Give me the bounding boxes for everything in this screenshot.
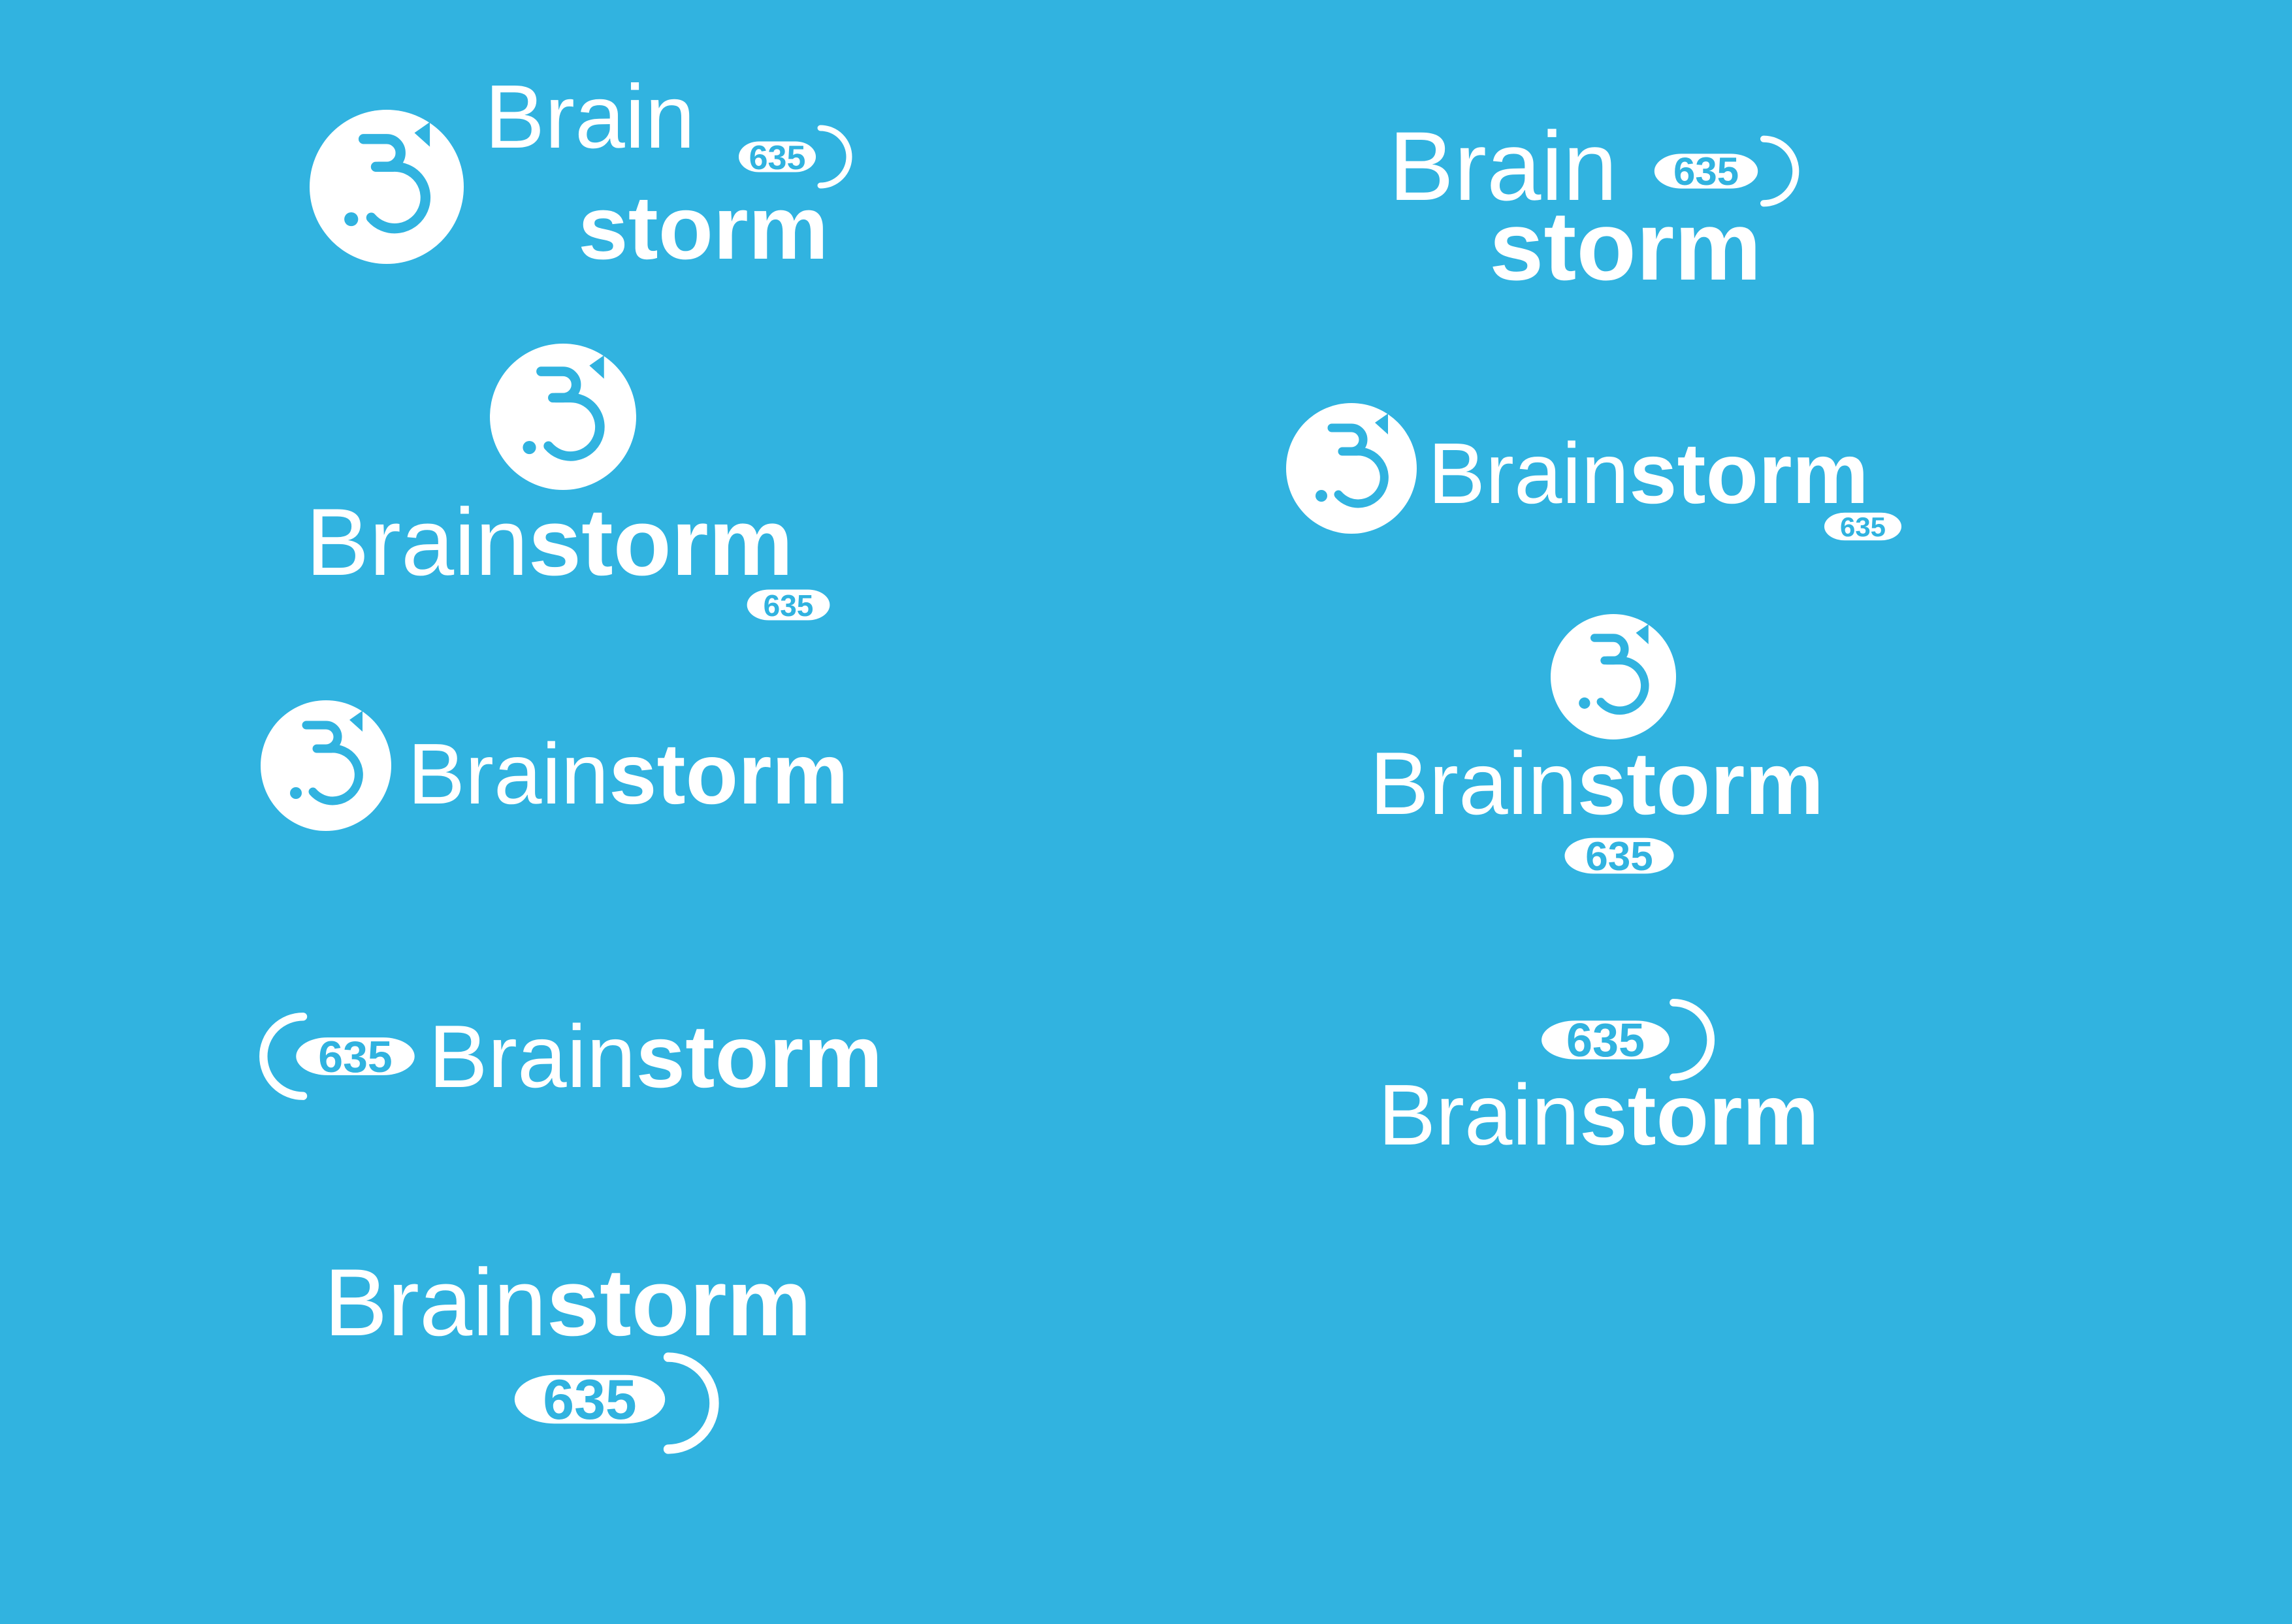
- logo-variant-1: Brain storm 635: [310, 67, 849, 278]
- logo-7-wordmark: Brainstorm: [1428, 425, 1869, 521]
- logo-variant-2: Brainstorm 635: [306, 344, 830, 623]
- signal-arc-icon: [1764, 139, 1796, 204]
- logo-1-word-storm: storm: [578, 178, 828, 278]
- logo-1-badge-text: 635: [749, 139, 806, 177]
- logo-variant-9: 635 Brainstorm: [1378, 1003, 1819, 1163]
- logo-1-word-brain: Brain: [485, 67, 695, 167]
- logo-2-badge-text: 635: [764, 589, 814, 623]
- logo-variant-6: Brain storm 635: [1389, 111, 1796, 300]
- logo-5-wordmark: Brainstorm: [324, 1249, 811, 1356]
- brain-emblem-icon: [1551, 614, 1676, 739]
- logo-variant-3: Brainstorm: [261, 700, 848, 831]
- brain-emblem-icon: [310, 110, 464, 264]
- logo-6-word-storm: storm: [1489, 191, 1762, 300]
- logo-4-wordmark: Brainstorm: [428, 1007, 882, 1106]
- logo-8-wordmark: Brainstorm: [1370, 734, 1824, 833]
- logo-variant-8: Brainstorm 635: [1370, 614, 1824, 879]
- logo-6-badge-text: 635: [1673, 150, 1739, 193]
- logo-2-wordmark: Brainstorm: [306, 489, 793, 595]
- signal-arc-icon: [820, 128, 849, 186]
- logo-sheet: Brain storm 635 Brainstorm 635 Brainstor…: [0, 0, 2292, 1621]
- signal-arc-icon: [668, 1357, 714, 1450]
- logo-5-badge-text: 635: [543, 1369, 637, 1431]
- brain-emblem-icon: [261, 700, 391, 831]
- logo-4-badge-text: 635: [318, 1032, 392, 1082]
- logo-8-badge-text: 635: [1585, 834, 1653, 879]
- brain-emblem-icon: [490, 344, 636, 490]
- logo-variant-5: Brainstorm 635: [324, 1249, 811, 1449]
- logo-3-wordmark: Brainstorm: [408, 726, 848, 822]
- brain-emblem-icon: [1286, 403, 1417, 534]
- logo-9-badge-text: 635: [1566, 1015, 1645, 1067]
- logo-7-badge-text: 635: [1840, 512, 1886, 542]
- logo-variant-7: Brainstorm 635: [1286, 403, 1902, 542]
- logo-9-wordmark: Brainstorm: [1378, 1067, 1819, 1163]
- logo-variant-4: 635 Brainstorm: [263, 1007, 882, 1106]
